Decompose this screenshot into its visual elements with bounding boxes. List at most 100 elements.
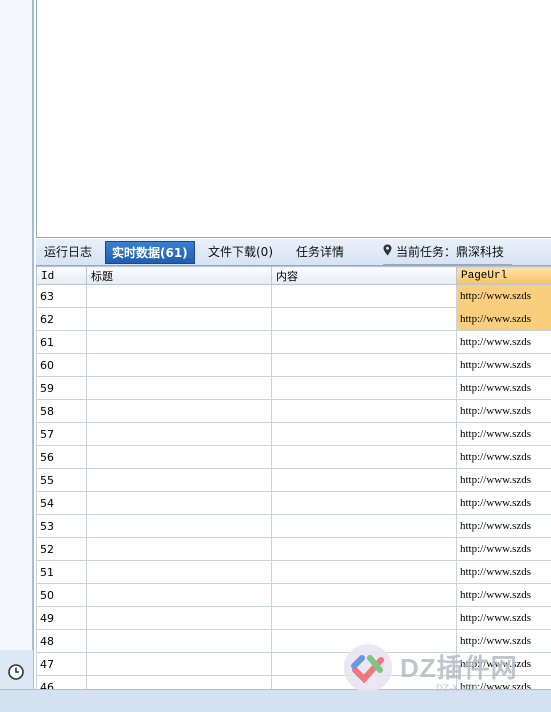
table-row[interactable]: 63 http://www.szds (37, 285, 551, 308)
table-row[interactable]: 51 http://www.szds (37, 561, 551, 584)
tab-run-log[interactable]: 运行日志 (38, 241, 98, 264)
cell-title (87, 492, 272, 515)
cell-id: 63 (37, 285, 87, 308)
cell-pageurl: http://www.szds (457, 561, 551, 584)
cell-id: 53 (37, 515, 87, 538)
cell-title (87, 515, 272, 538)
tab-realtime-data[interactable]: 实时数据(61) (105, 241, 195, 264)
cell-title (87, 354, 272, 377)
cell-pageurl: http://www.szds (457, 285, 551, 308)
cell-content (272, 285, 457, 308)
table-row[interactable]: 49 http://www.szds (37, 607, 551, 630)
table-row[interactable]: 52 http://www.szds (37, 538, 551, 561)
current-task-label: 当前任务： (396, 245, 456, 259)
table-row[interactable]: 50 http://www.szds (37, 584, 551, 607)
cell-pageurl: http://www.szds (457, 515, 551, 538)
cell-title (87, 469, 272, 492)
cell-pageurl: http://www.szds (457, 377, 551, 400)
column-header-content[interactable]: 内容 (272, 267, 457, 285)
left-rail (0, 0, 34, 711)
cell-id: 55 (37, 469, 87, 492)
cell-title (87, 446, 272, 469)
cell-pageurl: http://www.szds (457, 446, 551, 469)
cell-id: 61 (37, 331, 87, 354)
table-row[interactable]: 55 http://www.szds (37, 469, 551, 492)
cell-title (87, 630, 272, 653)
cell-title (87, 400, 272, 423)
cell-id: 50 (37, 584, 87, 607)
watermark-subtext: DZ-X.NET (436, 684, 479, 694)
cell-pageurl: http://www.szds (457, 492, 551, 515)
cell-id: 47 (37, 653, 87, 676)
table-row[interactable]: 61 http://www.szds (37, 331, 551, 354)
column-header-id[interactable]: Id (37, 267, 87, 285)
table-row[interactable]: 60http://www.szds (37, 354, 551, 377)
table-row[interactable]: 53 http://www.szds (37, 515, 551, 538)
cell-content (272, 584, 457, 607)
cell-content (272, 331, 457, 354)
cell-pageurl: http://www.szds (457, 607, 551, 630)
cell-pageurl: http://www.szds (457, 538, 551, 561)
table-row[interactable]: 54 http://www.szds (37, 492, 551, 515)
cell-id: 54 (37, 492, 87, 515)
cell-content (272, 446, 457, 469)
cell-pageurl: http://www.szds (457, 400, 551, 423)
cell-content (272, 400, 457, 423)
cell-content (272, 423, 457, 446)
cell-title (87, 331, 272, 354)
cell-id: 52 (37, 538, 87, 561)
cell-title (87, 377, 272, 400)
top-pane (36, 0, 551, 238)
table-row[interactable]: 56 http://www.szds (37, 446, 551, 469)
tab-bar: 运行日志 实时数据(61) 文件下载(0) 任务详情 当前任务：鼎深科技 (36, 239, 551, 266)
cell-id: 48 (37, 630, 87, 653)
current-task-value: 鼎深科技 (456, 245, 504, 259)
cell-pageurl: http://www.szds (457, 423, 551, 446)
cell-id: 58 (37, 400, 87, 423)
cell-content (272, 308, 457, 331)
data-grid[interactable]: Id 标题 内容 PageUrl 63 http://www.szds 62 http… (36, 266, 551, 689)
cell-title (87, 285, 272, 308)
left-rail-panel (0, 0, 33, 650)
column-header-pageurl[interactable]: PageUrl (457, 267, 551, 285)
cell-id: 46 (37, 676, 87, 690)
cell-title (87, 308, 272, 331)
cell-pageurl: http://www.szds (457, 331, 551, 354)
location-pin-icon (383, 241, 392, 264)
cell-title (87, 561, 272, 584)
cell-title (87, 584, 272, 607)
cell-content (272, 492, 457, 515)
cell-content (272, 607, 457, 630)
cell-id: 60 (37, 354, 87, 377)
cell-pageurl: http://www.szds (457, 469, 551, 492)
cell-content (272, 538, 457, 561)
cell-id: 51 (37, 561, 87, 584)
tab-file-download[interactable]: 文件下载(0) (202, 241, 279, 264)
watermark-text: DZ插件网 (400, 648, 518, 685)
cell-title (87, 676, 272, 690)
cell-content (272, 561, 457, 584)
cell-title (87, 423, 272, 446)
clock-icon[interactable] (4, 660, 28, 684)
tab-task-details[interactable]: 任务详情 (290, 241, 350, 264)
cell-pageurl: http://www.szds (457, 308, 551, 331)
cell-id: 56 (37, 446, 87, 469)
cell-id: 59 (37, 377, 87, 400)
cell-title (87, 538, 272, 561)
cell-content (272, 469, 457, 492)
cell-content (272, 377, 457, 400)
watermark-logo: DZ插件网 DZ-X.NET (340, 640, 540, 700)
cell-pageurl: http://www.szds (457, 584, 551, 607)
column-header-title[interactable]: 标题 (87, 267, 272, 285)
cell-id: 49 (37, 607, 87, 630)
cell-id: 57 (37, 423, 87, 446)
current-task: 当前任务：鼎深科技 (383, 241, 512, 265)
cell-content (272, 515, 457, 538)
table-header-row: Id 标题 内容 PageUrl (37, 267, 551, 285)
table-row[interactable]: 57 http://www.szds (37, 423, 551, 446)
cell-id: 62 (37, 308, 87, 331)
table-row[interactable]: 62 http://www.szds (37, 308, 551, 331)
cell-title (87, 607, 272, 630)
table-row[interactable]: 59 http://www.szds (37, 377, 551, 400)
table-row[interactable]: 58 http://www.szds (37, 400, 551, 423)
